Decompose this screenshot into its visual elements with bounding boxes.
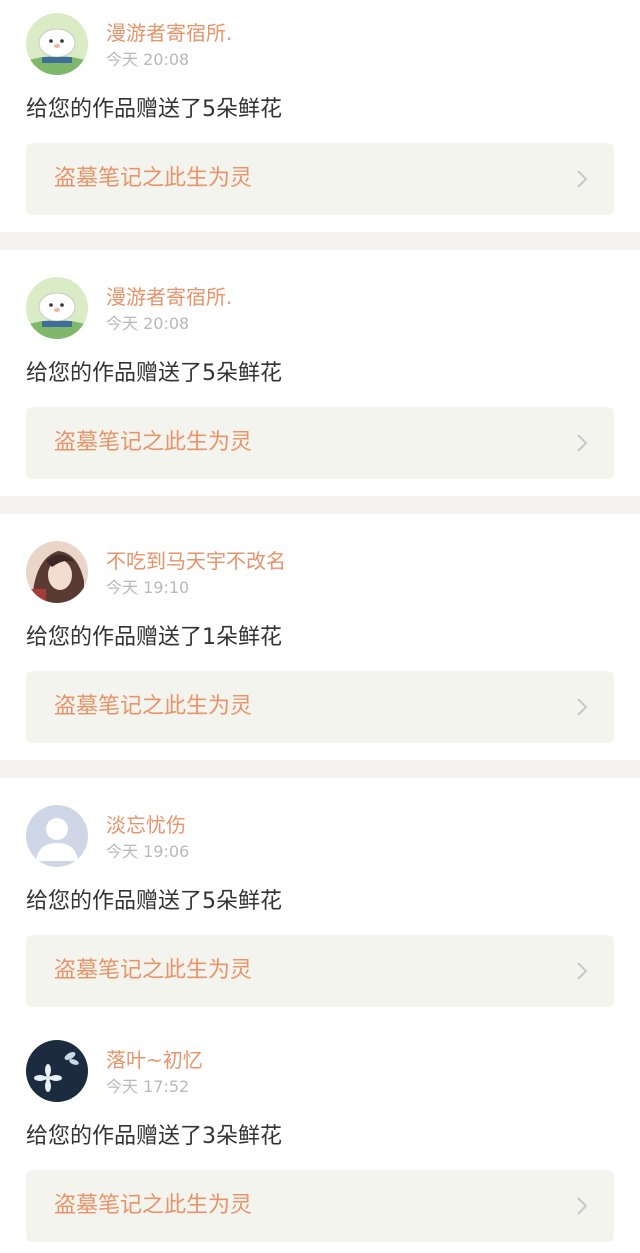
timestamp: 今天 19:10	[106, 578, 190, 597]
work-title: 盗墓笔记之此生为灵	[54, 1193, 253, 1218]
work-link[interactable]: 盗墓笔记之此生为灵	[26, 935, 614, 1007]
separator	[0, 496, 640, 514]
gift-message: 给您的作品赠送了1朵鲜花	[26, 625, 282, 650]
chevron-right-icon	[576, 169, 588, 189]
separator	[0, 232, 640, 250]
default-user-avatar[interactable]	[26, 805, 88, 867]
notification-card: 漫游者寄宿所. 今天 20:08 给您的作品赠送了5朵鲜花 盗墓笔记之此生为灵	[0, 250, 640, 496]
notification-card: 不吃到马天宇不改名 今天 19:10 给您的作品赠送了1朵鲜花 盗墓笔记之此生为…	[0, 514, 640, 760]
work-title: 盗墓笔记之此生为灵	[54, 166, 253, 191]
chevron-right-icon	[576, 697, 588, 717]
notification-card: 漫游者寄宿所. 今天 20:08 给您的作品赠送了5朵鲜花 盗墓笔记之此生为灵	[0, 0, 640, 232]
gift-message: 给您的作品赠送了5朵鲜花	[26, 889, 282, 914]
work-title: 盗墓笔记之此生为灵	[54, 694, 253, 719]
chevron-right-icon	[576, 433, 588, 453]
user-name[interactable]: 不吃到马天宇不改名	[106, 549, 286, 573]
timestamp: 今天 19:06	[106, 842, 190, 861]
chevron-right-icon	[576, 961, 588, 981]
sheep-avatar[interactable]	[26, 13, 88, 75]
timestamp: 今天 17:52	[106, 1077, 190, 1096]
flower-avatar[interactable]	[26, 1040, 88, 1102]
notification-card: 淡忘忧伤 今天 19:06 给您的作品赠送了5朵鲜花 盗墓笔记之此生为灵	[0, 778, 640, 1018]
portrait-avatar[interactable]	[26, 541, 88, 603]
notification-card: 落叶~初忆 今天 17:52 给您的作品赠送了3朵鲜花 盗墓笔记之此生为灵	[0, 1018, 640, 1253]
chevron-right-icon	[576, 1196, 588, 1216]
work-link[interactable]: 盗墓笔记之此生为灵	[26, 407, 614, 479]
gift-message: 给您的作品赠送了3朵鲜花	[26, 1124, 282, 1149]
work-title: 盗墓笔记之此生为灵	[54, 430, 253, 455]
work-link[interactable]: 盗墓笔记之此生为灵	[26, 143, 614, 215]
timestamp: 今天 20:08	[106, 314, 190, 333]
timestamp: 今天 20:08	[106, 50, 190, 69]
user-name[interactable]: 落叶~初忆	[106, 1048, 203, 1072]
user-name[interactable]: 漫游者寄宿所.	[106, 285, 232, 309]
separator	[0, 760, 640, 778]
work-link[interactable]: 盗墓笔记之此生为灵	[26, 671, 614, 743]
work-title: 盗墓笔记之此生为灵	[54, 958, 253, 983]
work-link[interactable]: 盗墓笔记之此生为灵	[26, 1170, 614, 1242]
user-name[interactable]: 淡忘忧伤	[106, 813, 186, 837]
sheep-avatar[interactable]	[26, 277, 88, 339]
notification-feed: 漫游者寄宿所. 今天 20:08 给您的作品赠送了5朵鲜花 盗墓笔记之此生为灵 …	[0, 0, 640, 1253]
user-name[interactable]: 漫游者寄宿所.	[106, 21, 232, 45]
gift-message: 给您的作品赠送了5朵鲜花	[26, 361, 282, 386]
gift-message: 给您的作品赠送了5朵鲜花	[26, 97, 282, 122]
